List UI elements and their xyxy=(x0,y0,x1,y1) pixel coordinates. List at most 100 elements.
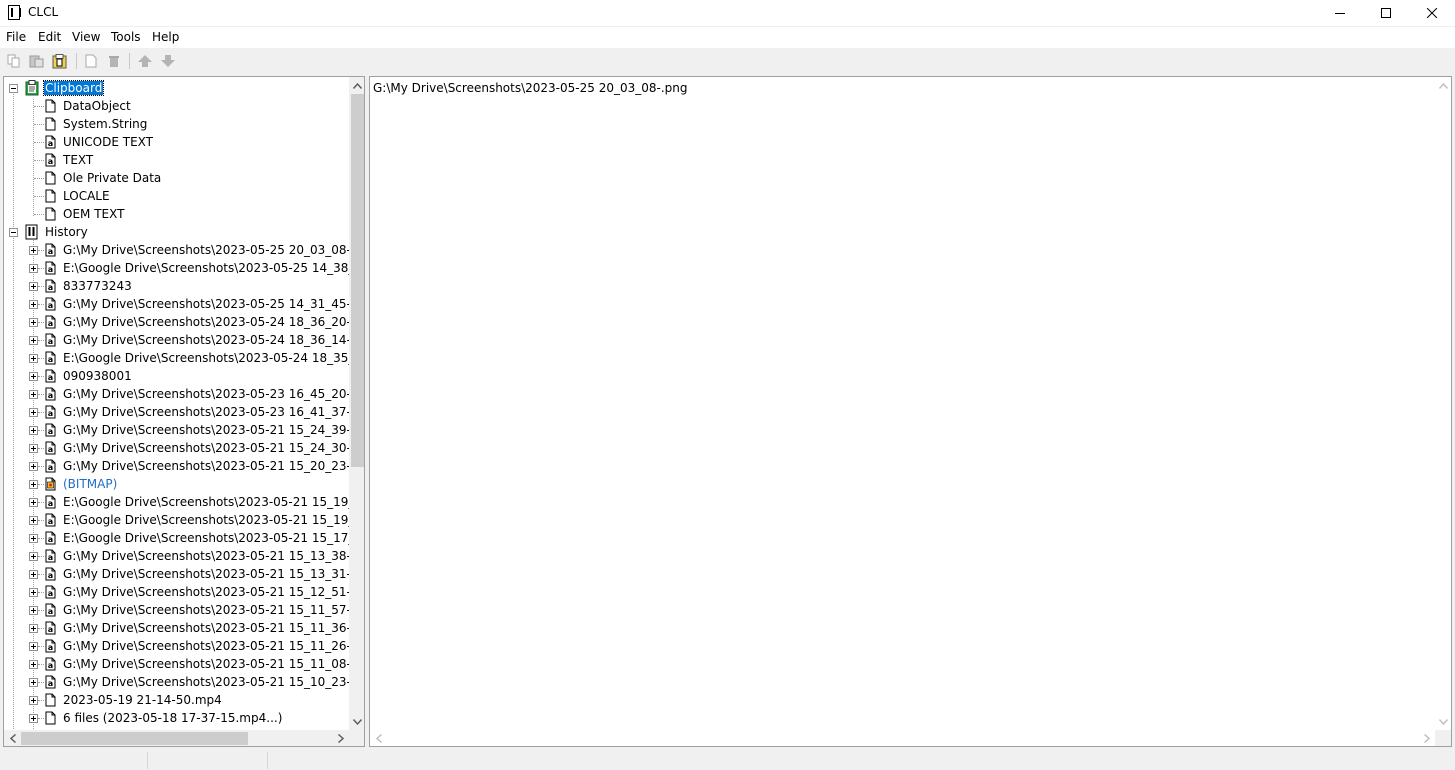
history-item[interactable]: a E:\Google Drive\Screenshots\2023-05-21 … xyxy=(4,493,349,511)
scroll-thumb[interactable] xyxy=(351,94,364,467)
tree-view[interactable]: Clipboard DataObject System.String a UNICOD… xyxy=(4,77,349,730)
maximize-button[interactable] xyxy=(1363,0,1409,26)
paste-button[interactable] xyxy=(28,52,46,70)
expand-toggle[interactable] xyxy=(29,354,38,363)
menu-file[interactable]: File xyxy=(6,30,26,44)
scroll-thumb[interactable] xyxy=(21,732,248,745)
expand-toggle[interactable] xyxy=(29,624,38,633)
expand-toggle[interactable] xyxy=(29,660,38,669)
expand-toggle[interactable] xyxy=(29,426,38,435)
scroll-right-arrow[interactable] xyxy=(1418,730,1435,746)
move-down-button[interactable] xyxy=(159,52,177,70)
tree-node-history[interactable]: History xyxy=(4,223,349,241)
expand-toggle[interactable] xyxy=(29,714,38,723)
tree-horizontal-scrollbar[interactable] xyxy=(4,730,349,746)
minimize-button[interactable] xyxy=(1317,0,1363,26)
expand-toggle[interactable] xyxy=(29,570,38,579)
expand-toggle[interactable] xyxy=(29,246,38,255)
menu-edit[interactable]: Edit xyxy=(38,30,61,44)
expand-toggle[interactable] xyxy=(29,498,38,507)
history-item[interactable]: a E:\Google Drive\Screenshots\2023-05-21 … xyxy=(4,529,349,547)
history-item[interactable]: (BITMAP) xyxy=(4,475,349,493)
expand-toggle[interactable] xyxy=(29,462,38,471)
move-up-button[interactable] xyxy=(136,52,154,70)
expand-toggle[interactable] xyxy=(29,606,38,615)
history-item[interactable]: a G:\My Drive\Screenshots\2023-05-21 15_1… xyxy=(4,583,349,601)
expand-toggle[interactable] xyxy=(29,318,38,327)
history-item[interactable]: 2023-05-19 21-14-50.mp4 xyxy=(4,691,349,709)
expand-toggle[interactable] xyxy=(29,336,38,345)
scrollbar-corner xyxy=(349,730,364,746)
history-item[interactable]: a 090938001 xyxy=(4,367,349,385)
collapse-toggle[interactable] xyxy=(9,228,18,237)
history-item[interactable]: a G:\My Drive\Screenshots\2023-05-21 15_1… xyxy=(4,637,349,655)
scroll-up-arrow[interactable] xyxy=(349,77,364,94)
clipboard-format-item[interactable]: DataObject xyxy=(4,97,349,115)
clipboard-format-item[interactable]: OEM TEXT xyxy=(4,205,349,223)
history-item[interactable]: a G:\My Drive\Screenshots\2023-05-21 15_2… xyxy=(4,421,349,439)
viewer-vertical-scrollbar[interactable] xyxy=(1435,77,1451,730)
history-item[interactable]: a G:\My Drive\Screenshots\2023-05-24 18_3… xyxy=(4,331,349,349)
scroll-down-arrow[interactable] xyxy=(1435,713,1451,730)
expand-toggle[interactable] xyxy=(29,534,38,543)
history-item[interactable]: a G:\My Drive\Screenshots\2023-05-24 18_3… xyxy=(4,313,349,331)
viewer-content[interactable]: G:\My Drive\Screenshots\2023-05-25 20_03… xyxy=(373,81,688,95)
doc-icon xyxy=(45,117,56,131)
clipboard-format-item[interactable]: a TEXT xyxy=(4,151,349,169)
expand-toggle[interactable] xyxy=(29,480,38,489)
scroll-right-arrow[interactable] xyxy=(332,730,349,746)
expand-toggle[interactable] xyxy=(29,300,38,309)
expand-toggle[interactable] xyxy=(29,282,38,291)
history-item[interactable]: a 833773243 xyxy=(4,277,349,295)
expand-toggle[interactable] xyxy=(29,264,38,273)
tree-node-clipboard[interactable]: Clipboard xyxy=(4,79,349,97)
history-item[interactable]: a G:\My Drive\Screenshots\2023-05-21 15_1… xyxy=(4,673,349,691)
history-item[interactable]: a E:\Google Drive\Screenshots\2023-05-24 … xyxy=(4,349,349,367)
expand-toggle[interactable] xyxy=(29,678,38,687)
history-item[interactable]: a G:\My Drive\Screenshots\2023-05-21 15_1… xyxy=(4,619,349,637)
history-item[interactable]: a G:\My Drive\Screenshots\2023-05-25 20_0… xyxy=(4,241,349,259)
delete-button[interactable] xyxy=(105,52,123,70)
clipboard-format-item[interactable]: System.String xyxy=(4,115,349,133)
new-item-button[interactable] xyxy=(82,52,100,70)
clipboard-format-item[interactable]: LOCALE xyxy=(4,187,349,205)
history-item[interactable]: a G:\My Drive\Screenshots\2023-05-23 16_4… xyxy=(4,385,349,403)
expand-toggle[interactable] xyxy=(29,696,38,705)
clipboard-view-button[interactable] xyxy=(51,52,69,70)
tree-pane[interactable]: Clipboard DataObject System.String a UNICOD… xyxy=(3,76,365,747)
history-item[interactable]: a E:\Google Drive\Screenshots\2023-05-21 … xyxy=(4,511,349,529)
menu-help[interactable]: Help xyxy=(152,30,179,44)
history-item[interactable]: a G:\My Drive\Screenshots\2023-05-21 15_1… xyxy=(4,655,349,673)
viewer-horizontal-scrollbar[interactable] xyxy=(370,730,1435,746)
menu-tools[interactable]: Tools xyxy=(111,30,141,44)
expand-toggle[interactable] xyxy=(29,390,38,399)
viewer-pane[interactable]: G:\My Drive\Screenshots\2023-05-25 20_03… xyxy=(369,76,1452,747)
history-item[interactable]: a G:\My Drive\Screenshots\2023-05-21 15_2… xyxy=(4,457,349,475)
scroll-down-arrow[interactable] xyxy=(349,713,364,730)
expand-toggle[interactable] xyxy=(29,642,38,651)
clipboard-format-item[interactable]: Ole Private Data xyxy=(4,169,349,187)
history-item[interactable]: a G:\My Drive\Screenshots\2023-05-23 16_4… xyxy=(4,403,349,421)
close-button[interactable] xyxy=(1409,0,1455,26)
history-item[interactable]: a G:\My Drive\Screenshots\2023-05-21 15_2… xyxy=(4,439,349,457)
history-item[interactable]: a G:\My Drive\Screenshots\2023-05-21 15_1… xyxy=(4,601,349,619)
history-item[interactable]: a G:\My Drive\Screenshots\2023-05-21 15_1… xyxy=(4,565,349,583)
expand-toggle[interactable] xyxy=(29,552,38,561)
history-item[interactable]: a G:\My Drive\Screenshots\2023-05-21 15_1… xyxy=(4,547,349,565)
tree-vertical-scrollbar[interactable] xyxy=(349,77,364,730)
history-item[interactable]: a E:\Google Drive\Screenshots\2023-05-25 … xyxy=(4,259,349,277)
menu-view[interactable]: View xyxy=(72,30,100,44)
history-item[interactable]: 6 files (2023-05-18 17-37-15.mp4...) xyxy=(4,709,349,727)
expand-toggle[interactable] xyxy=(29,408,38,417)
history-item[interactable]: a G:\My Drive\Screenshots\2023-05-25 14_3… xyxy=(4,295,349,313)
scroll-left-arrow[interactable] xyxy=(370,730,387,746)
collapse-toggle[interactable] xyxy=(9,84,18,93)
expand-toggle[interactable] xyxy=(29,588,38,597)
expand-toggle[interactable] xyxy=(29,516,38,525)
scroll-up-arrow[interactable] xyxy=(1435,77,1451,94)
clipboard-format-item[interactable]: a UNICODE TEXT xyxy=(4,133,349,151)
copy-button[interactable] xyxy=(5,52,23,70)
expand-toggle[interactable] xyxy=(29,444,38,453)
expand-toggle[interactable] xyxy=(29,372,38,381)
scroll-left-arrow[interactable] xyxy=(4,730,21,746)
